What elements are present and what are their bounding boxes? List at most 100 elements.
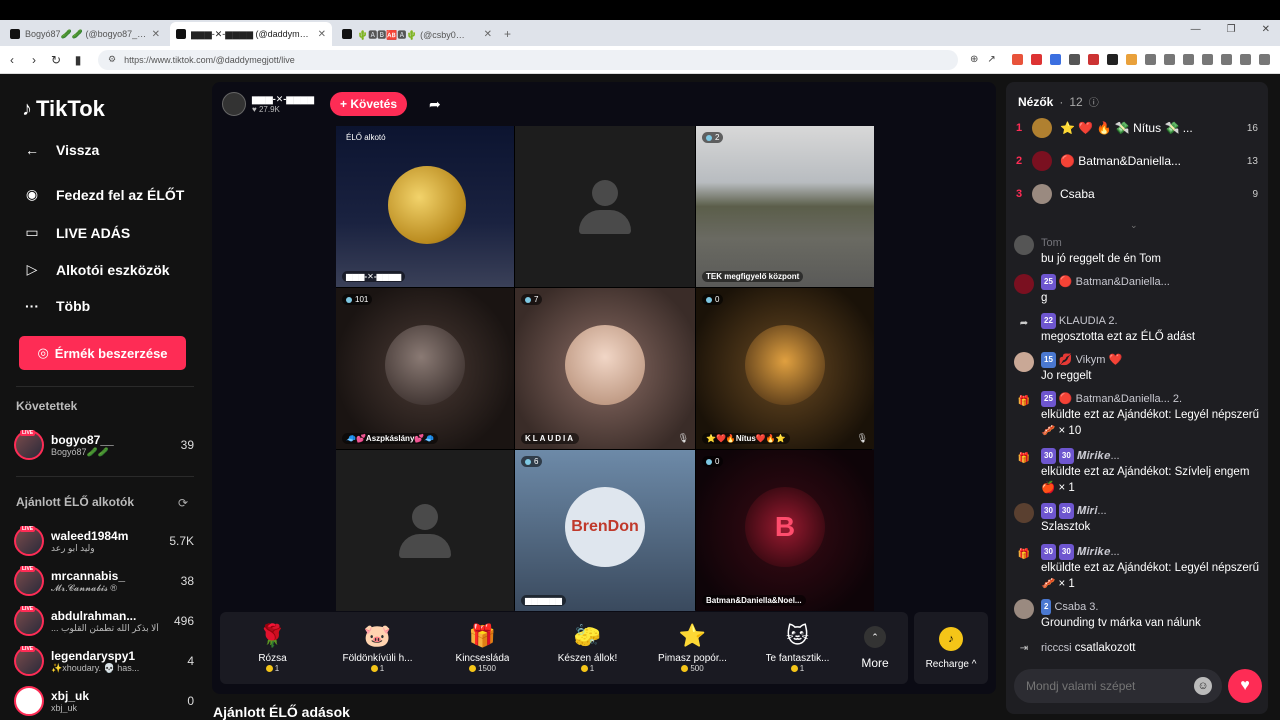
back-nav-icon[interactable]: ‹: [2, 53, 22, 67]
following-account[interactable]: LIVE bogyo87__ Bogyó87🥒🥒 39: [14, 427, 194, 463]
guest-cell[interactable]: 101 🧢💕Aszpkáslány💕🧢: [336, 288, 514, 449]
empty-seat-icon: [399, 503, 451, 558]
chat-input[interactable]: [1026, 679, 1186, 693]
coin-icon: [469, 665, 477, 672]
starfish-icon: ⭐: [678, 623, 707, 648]
browser-tab-3[interactable]: 🌵🅰🅱🆎🅰🌵 (@csby0… ✕: [336, 22, 498, 46]
extension-icon[interactable]: [1087, 54, 1099, 65]
recommended-account[interactable]: LIVE legendaryspy1 ✨xhoudary. 💀 has... 4: [14, 643, 194, 679]
extension-icon[interactable]: [1106, 54, 1118, 65]
refresh-icon[interactable]: ⟳: [178, 496, 188, 510]
emoji-icon[interactable]: ☺: [1194, 677, 1212, 695]
coin-icon: [681, 665, 689, 672]
new-tab-icon[interactable]: +: [504, 22, 511, 46]
nav-more[interactable]: ··· Több: [22, 298, 90, 314]
bookmark-icon[interactable]: ▮: [68, 53, 88, 67]
maximize-icon[interactable]: ❐: [1227, 24, 1236, 35]
forward-nav-icon[interactable]: ›: [24, 53, 44, 67]
top-viewer-row[interactable]: 3 Csaba 9: [1016, 181, 1258, 207]
share-page-icon[interactable]: ↗: [987, 54, 995, 65]
recommended-account[interactable]: LIVE waleed1984m وليد ابو رعد 5.7K: [14, 523, 194, 559]
get-coins-button[interactable]: ◎ Érmék beszerzése: [19, 336, 186, 370]
guest-cell-empty[interactable]: [336, 450, 514, 611]
guest-cell[interactable]: 7 KLAUDIA 🎙: [515, 288, 695, 449]
recommended-account[interactable]: xbj_uk xbj_uk 0: [14, 683, 194, 719]
host-info: ▆▆▆-✕-▆▆▆▆ ♥ 27.9K + Követés ➦: [222, 92, 441, 116]
top-viewer-row[interactable]: 2 🔴 Batman&Daniella... 13: [1016, 148, 1258, 174]
nav-creator-tools[interactable]: ▷ Alkotói eszközök: [22, 261, 170, 278]
guest-avatar: BrenDon: [565, 486, 645, 567]
url-field[interactable]: ⚙ https://www.tiktok.com/@daddymegjott/l…: [98, 49, 958, 70]
guest-cell-empty[interactable]: [515, 126, 695, 287]
avatar: [14, 686, 44, 716]
menu-icon[interactable]: [1258, 54, 1270, 65]
share-icon[interactable]: ➦: [429, 96, 441, 113]
guest-cell[interactable]: B 0 Batman&Daniella&Noel...: [696, 450, 874, 611]
browser-tab-2[interactable]: ▆▆▆-✕-▆▆▆▆ (@daddym… ✕: [170, 22, 332, 46]
host-name[interactable]: ▆▆▆-✕-▆▆▆▆: [252, 94, 314, 105]
zoom-icon[interactable]: ⊕: [970, 54, 978, 65]
live-badge: LIVE: [20, 430, 36, 436]
heart-icon: ♥: [1240, 677, 1250, 694]
sidebar-icon[interactable]: [1182, 54, 1194, 65]
arrow-left-icon: ←: [25, 142, 39, 158]
brave-shield-icon[interactable]: [1011, 54, 1023, 65]
host-avatar[interactable]: [222, 92, 246, 116]
recharge-button[interactable]: ♪ Recharge ^: [914, 612, 988, 684]
rewards-icon[interactable]: [1030, 54, 1042, 65]
guest-cell-host[interactable]: ÉLŐ alkotó ▆▆▆-✕-▆▆▆▆: [336, 126, 514, 287]
guest-cell[interactable]: 2 TEK megfigyelő központ: [696, 126, 874, 287]
address-bar-row: ‹ › ↻ ▮ ⚙ https://www.tiktok.com/@daddym…: [0, 46, 1280, 74]
translate-icon[interactable]: [1049, 54, 1061, 65]
gift-ready[interactable]: 🧽 Készen állok! 1: [535, 612, 640, 684]
recommended-account[interactable]: LIVE mrcannabis_ 𝓜𝓻.𝓒𝓪𝓷𝓷𝓪𝓫𝓲𝓼 ® 38: [14, 563, 194, 599]
gift-awesome[interactable]: 🐱 Te fantasztik... 1: [745, 612, 850, 684]
extension-icons: [1011, 54, 1270, 65]
download-icon[interactable]: [1144, 54, 1156, 65]
extension-icon[interactable]: [1068, 54, 1080, 65]
guest-name: 🧢💕Aszpkáslány💕🧢: [342, 433, 439, 444]
vpn-icon[interactable]: [1239, 54, 1251, 65]
site-settings-icon[interactable]: ⚙: [108, 54, 116, 65]
viewers-heading[interactable]: Nézők · 12 ⓘ: [1018, 94, 1099, 110]
close-tab-icon[interactable]: ✕: [152, 29, 160, 40]
gift-popcorn[interactable]: ⭐ Pimasz popór... 500: [640, 612, 745, 684]
info-icon[interactable]: ⓘ: [1089, 94, 1099, 109]
wallet-icon[interactable]: [1201, 54, 1213, 65]
browser-tab-1[interactable]: Bogyó87🥒🥒 (@bogyo87_) É… ✕: [4, 22, 166, 46]
chevron-down-icon[interactable]: ⌄: [1130, 220, 1138, 231]
gift-rose[interactable]: 🌹 Rózsa 1: [220, 612, 325, 684]
gift-alien[interactable]: 🐷 Földönkívüli h... 1: [325, 612, 430, 684]
top-viewer-row[interactable]: 1 ⭐ ❤️ 🔥 💸 Nítus 💸 ... 16: [1016, 115, 1258, 141]
reload-icon[interactable]: ↻: [46, 53, 66, 67]
recommended-account[interactable]: LIVE abdulrahman...... ألا بذكر الله تطم…: [14, 603, 194, 639]
tiktok-logo[interactable]: ♪ TikTok: [22, 96, 105, 122]
extension-icon[interactable]: [1125, 54, 1137, 65]
guest-avatar: [745, 324, 825, 405]
avatar: LIVE: [14, 606, 44, 636]
browser-tab-bar: Bogyó87🥒🥒 (@bogyo87_) É… ✕ ▆▆▆-✕-▆▆▆▆ (@d…: [0, 20, 1280, 46]
nav-explore-live[interactable]: ◉ Fedezd fel az ÉLŐT: [22, 186, 184, 203]
chat-message: 🎁 25 🔴 Batman&Daniella... 2. elküldte ezt …: [1014, 391, 1262, 439]
close-window-icon[interactable]: ✕: [1262, 24, 1270, 35]
nav-live-broadcast[interactable]: ▭ LIVE ADÁS: [22, 224, 130, 241]
guest-cell[interactable]: 0 ⭐❤️🔥Nítus❤️🔥⭐ 🎙: [696, 288, 874, 449]
tiktok-favicon-icon: [176, 29, 186, 39]
close-tab-icon[interactable]: ✕: [484, 29, 492, 40]
avatar: [1014, 599, 1034, 619]
more-gifts-button[interactable]: ⌃ More: [850, 626, 900, 670]
minimize-icon[interactable]: —: [1191, 24, 1201, 35]
gift-treasure-chest[interactable]: 🎁 Kincsesláda 1500: [430, 612, 535, 684]
chat-message: 30 30 𝑴𝒊𝒓𝒊... Szlasztok: [1014, 503, 1262, 535]
guest-cell[interactable]: BrenDon 6 ▆▆▆▆▆▆: [515, 450, 695, 611]
viewer-count-badge: 101: [342, 294, 373, 305]
guest-name: ⭐❤️🔥Nítus❤️🔥⭐: [702, 433, 790, 444]
avatar: [1014, 235, 1034, 255]
follow-button[interactable]: + Követés: [330, 92, 408, 116]
back-link[interactable]: ← Vissza: [22, 142, 99, 158]
media-icon[interactable]: [1163, 54, 1175, 65]
ai-icon[interactable]: [1220, 54, 1232, 65]
like-heart-button[interactable]: ♥: [1228, 669, 1262, 703]
avatar: [1032, 118, 1052, 138]
close-tab-icon[interactable]: ✕: [318, 29, 326, 40]
